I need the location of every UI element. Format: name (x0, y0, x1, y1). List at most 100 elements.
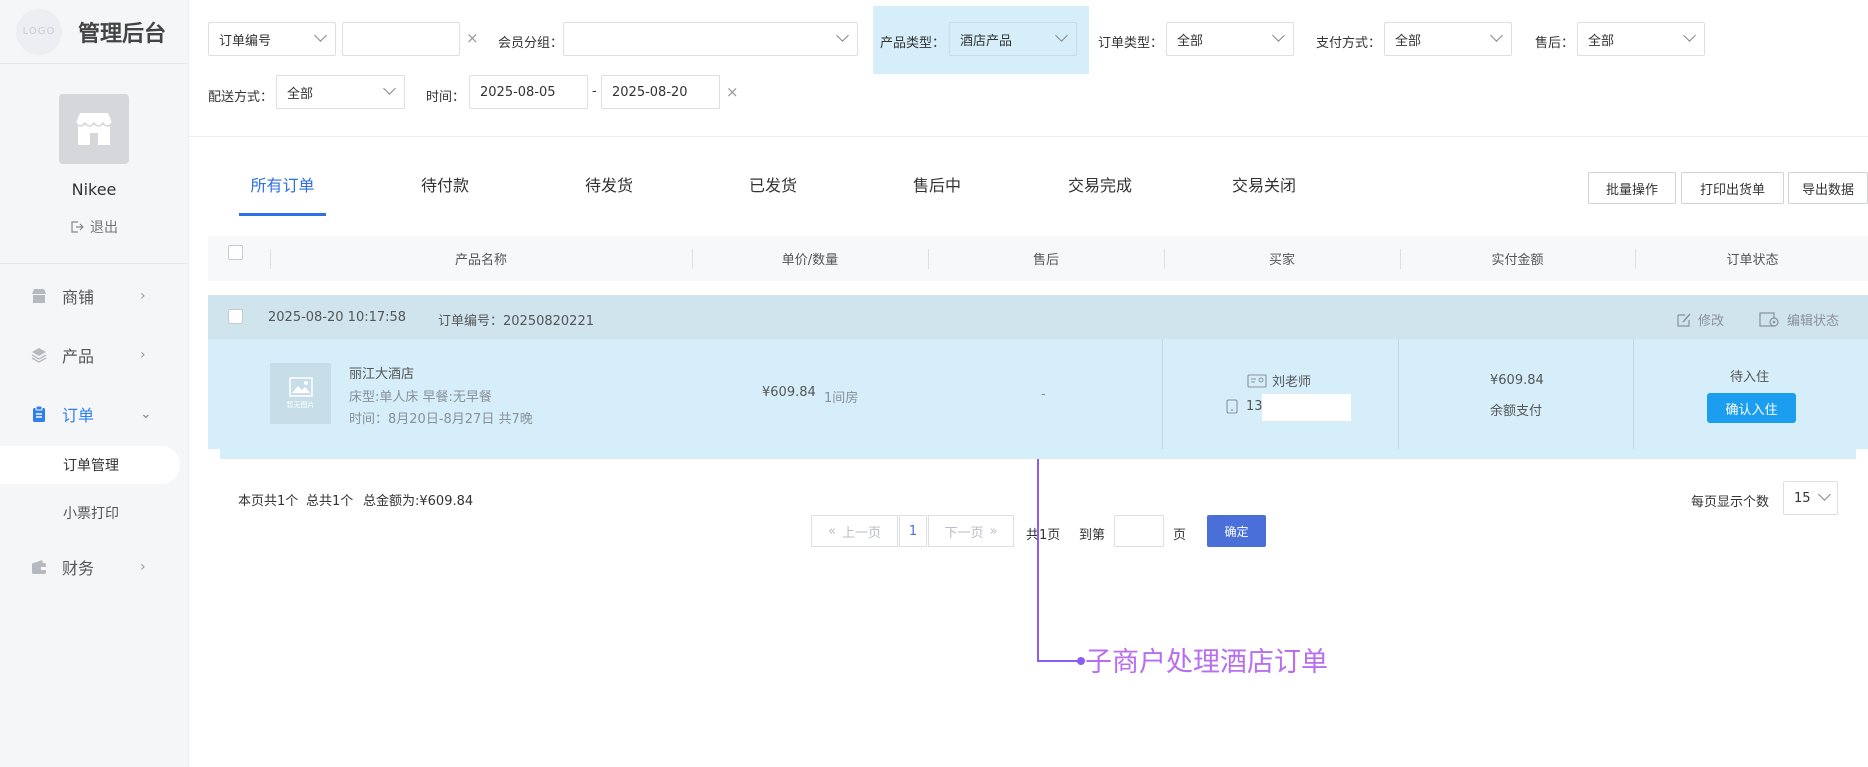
order-field-select[interactable]: 订单编号 (208, 22, 336, 56)
next-page-button[interactable]: 下一页 » (928, 515, 1014, 547)
member-group-label: 会员分组： (498, 36, 564, 51)
select-value: 订单编号 (219, 33, 272, 49)
prev-label: 上一页 (841, 525, 881, 541)
nav-item-store[interactable]: 商铺 › (0, 276, 189, 316)
confirm-checkin-button[interactable]: 确认入住 (1707, 393, 1796, 423)
product-spec: 床型:单人床 早餐:无早餐 (349, 390, 492, 405)
store-icon (30, 287, 48, 305)
stay-period: 时间：8月20日-8月27日 共7晚 (349, 412, 533, 427)
order-status: 待入住 (1730, 370, 1770, 385)
edit-label: 修改 (1698, 314, 1725, 329)
next-label: 下一页 (944, 525, 984, 541)
order-checkbox[interactable] (228, 309, 243, 324)
logo: LOGO (16, 8, 62, 55)
edit-order-link[interactable]: 修改 (1676, 310, 1724, 329)
paid-amount: ¥609.84 (1490, 373, 1544, 388)
cell-divider (1633, 339, 1634, 449)
member-group-select[interactable] (563, 22, 858, 56)
annotation-dot (1077, 657, 1085, 665)
quantity: 1间房 (824, 391, 859, 406)
sub-item-order-management[interactable]: 订单管理 (0, 446, 180, 484)
tab-all-orders[interactable]: 所有订单 (239, 172, 326, 216)
goto-page-input[interactable] (1114, 515, 1164, 547)
nav-item-finance[interactable]: 财务 › (0, 547, 189, 587)
select-value: 酒店产品 (960, 33, 1013, 49)
page-1-button[interactable]: 1 (899, 515, 927, 547)
tab-completed[interactable]: 交易完成 (1055, 172, 1145, 216)
order-search-input[interactable] (342, 22, 460, 56)
chevron-down-icon (836, 29, 849, 42)
delivery-select[interactable]: 全部 (276, 75, 405, 109)
logout-button[interactable]: 退出 (70, 217, 118, 237)
order-type-select[interactable]: 全部 (1166, 22, 1294, 56)
order-datetime: 2025-08-20 10:17:58 (268, 310, 407, 325)
cell-divider (1162, 339, 1163, 449)
tab-after-sale[interactable]: 售后中 (892, 172, 982, 216)
after-sale-select[interactable]: 全部 (1577, 22, 1705, 56)
time-label: 时间： (426, 90, 466, 105)
prev-page-button[interactable]: « 上一页 (811, 515, 898, 547)
chevron-down-icon (1818, 488, 1831, 501)
column-order-status: 订单状态 (1726, 253, 1779, 268)
double-left-icon: « (828, 523, 836, 539)
clear-date-icon[interactable]: × (726, 83, 739, 101)
product-name: 丽江大酒店 (349, 367, 415, 382)
annotation-line (1037, 660, 1081, 662)
total-pages: 共1页 (1026, 528, 1061, 543)
after-sale-label: 售后： (1535, 36, 1575, 51)
double-right-icon: » (989, 523, 998, 539)
product-thumbnail: 暂无图片 (270, 363, 331, 424)
payment-method: 余额支付 (1490, 404, 1543, 419)
product-type-select[interactable]: 酒店产品 (949, 22, 1077, 56)
buyer-phone: 13 (1226, 399, 1263, 414)
column-after-sale: 售后 (1032, 253, 1059, 268)
total-count: 总共1个 (306, 494, 354, 509)
nav-item-product[interactable]: 产品 › (0, 335, 189, 375)
sub-item-receipt-print[interactable]: 小票打印 (0, 494, 180, 532)
batch-operation-button[interactable]: 批量操作 (1588, 172, 1676, 204)
tab-pending-payment[interactable]: 待付款 (400, 172, 490, 216)
delivery-label: 配送方式： (208, 90, 274, 105)
image-placeholder-icon (288, 377, 313, 397)
date-from-input[interactable]: 2025-08-05 (469, 75, 588, 109)
chevron-down-icon (1490, 29, 1503, 42)
print-shipping-button[interactable]: 打印出货单 (1681, 172, 1784, 204)
goto-confirm-button[interactable]: 确定 (1207, 515, 1266, 547)
nav-item-order[interactable]: 订单 ⌄ (0, 394, 189, 434)
sidebar: LOGO 管理后台 Nikee 退出 商铺 › 产品 › 订单 ⌄ 订单管理 小… (0, 0, 189, 767)
tab-closed[interactable]: 交易关闭 (1219, 172, 1309, 216)
buyer-name-text: 刘老师 (1272, 375, 1312, 390)
per-page-select[interactable]: 15 (1783, 481, 1838, 515)
select-value: 全部 (1588, 33, 1615, 49)
pay-method-select[interactable]: 全部 (1384, 22, 1512, 56)
edit-status-link[interactable]: 编辑状态 (1759, 310, 1839, 329)
chevron-right-icon: › (140, 559, 146, 575)
chevron-down-icon (383, 82, 396, 95)
nav-label: 商铺 (62, 288, 95, 307)
date-to-input[interactable]: 2025-08-20 (601, 75, 720, 109)
product-type-label: 产品类型： (880, 36, 946, 51)
layers-icon (30, 346, 48, 364)
chevron-down-icon (314, 29, 327, 42)
order-number: 订单编号：20250820221 (438, 314, 594, 329)
edit-status-label: 编辑状态 (1787, 314, 1840, 329)
tab-shipped[interactable]: 已发货 (728, 172, 818, 216)
nav-label: 产品 (62, 347, 95, 366)
divider (189, 136, 1868, 137)
chevron-down-icon (1272, 29, 1285, 42)
nav-label: 财务 (62, 559, 95, 578)
annotation-line (1037, 459, 1039, 662)
clear-icon[interactable]: × (466, 29, 479, 47)
chevron-right-icon: › (140, 347, 146, 363)
chevron-right-icon: › (140, 288, 146, 304)
buyer-name: 刘老师 (1247, 371, 1311, 390)
select-all-checkbox[interactable] (228, 245, 243, 260)
export-data-button[interactable]: 导出数据 (1788, 172, 1868, 204)
select-value: 全部 (1395, 33, 1422, 49)
nav-label: 订单 (62, 406, 95, 425)
username: Nikee (71, 180, 117, 199)
page-count: 本页共1个 (238, 494, 299, 509)
tab-pending-shipment[interactable]: 待发货 (564, 172, 654, 216)
total-amount: 总金额为:¥609.84 (363, 494, 474, 509)
after-sale-value: - (1041, 387, 1046, 402)
